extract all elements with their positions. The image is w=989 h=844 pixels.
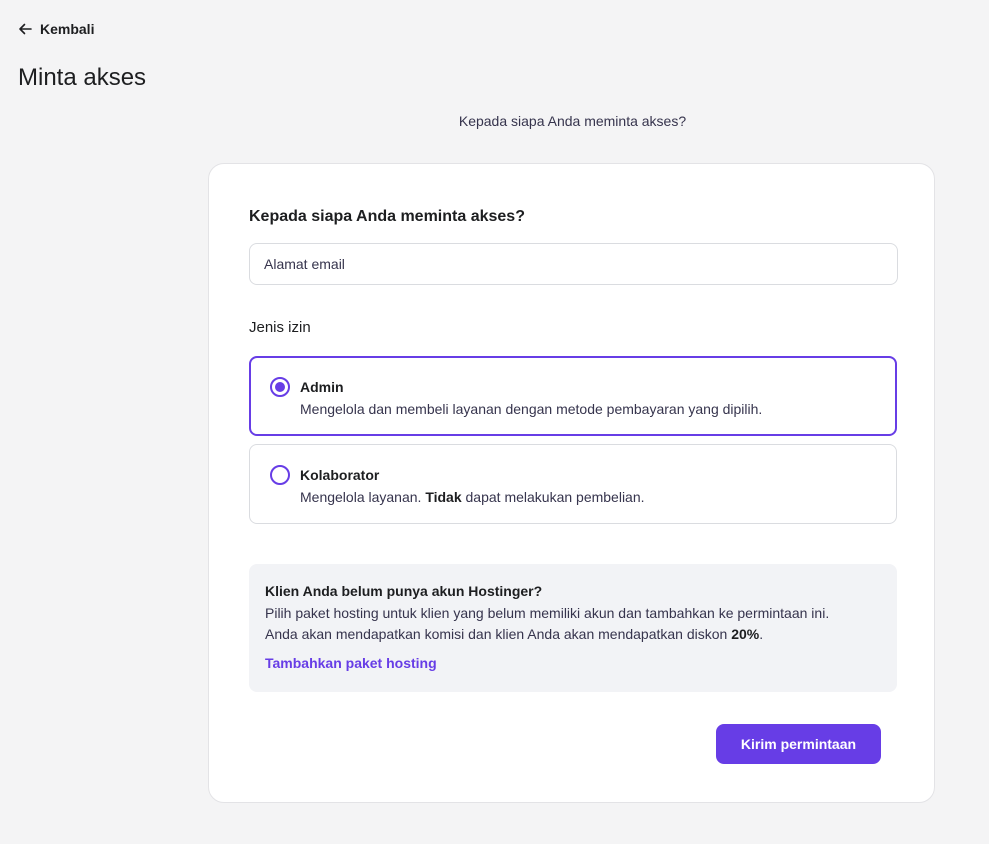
option-description: Mengelola layanan. Tidak dapat melakukan… [300, 489, 645, 505]
permission-option-collaborator[interactable]: Kolaborator Mengelola layanan. Tidak dap… [249, 444, 897, 524]
email-input[interactable] [249, 243, 898, 285]
add-hosting-plan-link[interactable]: Tambahkan paket hosting [265, 653, 437, 673]
radio-selected-icon[interactable] [270, 377, 290, 397]
permission-option-admin[interactable]: Admin Mengelola dan membeli layanan deng… [249, 356, 897, 436]
send-request-button[interactable]: Kirim permintaan [716, 724, 881, 764]
arrow-left-icon [18, 23, 32, 35]
info-title: Klien Anda belum punya akun Hostinger? [265, 583, 543, 599]
page-title: Minta akses [18, 64, 147, 91]
hosting-info-box: Klien Anda belum punya akun Hostinger? P… [249, 564, 897, 692]
permission-type-label: Jenis izin [249, 319, 311, 336]
radio-unselected-icon[interactable] [270, 465, 290, 485]
option-title: Admin [300, 379, 344, 395]
request-access-card: Kepada siapa Anda meminta akses? Jenis i… [208, 163, 935, 803]
back-link[interactable]: Kembali [18, 19, 94, 39]
option-title: Kolaborator [300, 467, 380, 483]
page-subtitle: Kepada siapa Anda meminta akses? [458, 113, 687, 129]
option-description: Mengelola dan membeli layanan dengan met… [300, 401, 763, 417]
form-heading: Kepada siapa Anda meminta akses? [249, 208, 525, 225]
info-text: Pilih paket hosting untuk klien yang bel… [265, 605, 830, 642]
back-label: Kembali [40, 21, 95, 37]
